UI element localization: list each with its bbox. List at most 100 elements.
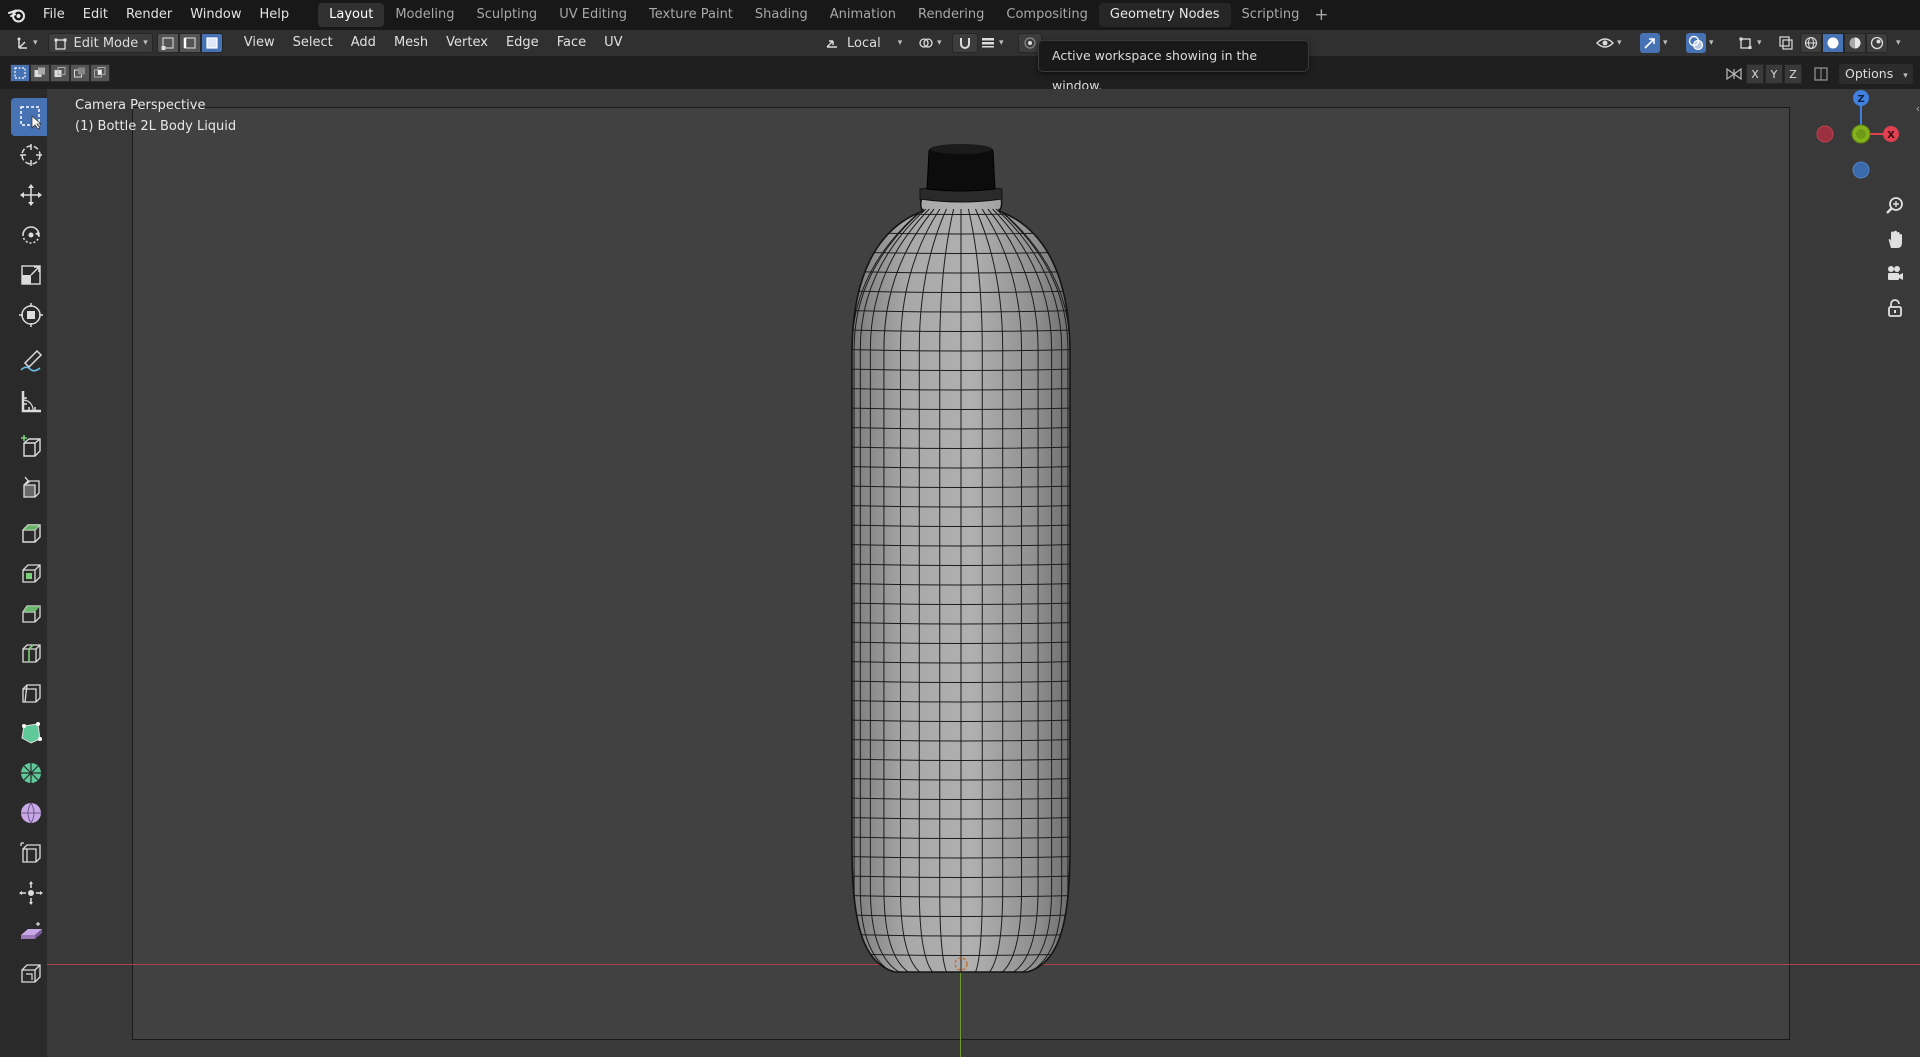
overlays-icon <box>1688 35 1704 51</box>
menu-add[interactable]: Add <box>342 33 385 53</box>
select-extend-icon[interactable] <box>30 64 50 82</box>
select-invert-icon[interactable] <box>70 64 90 82</box>
tab-animation[interactable]: Animation <box>819 3 907 27</box>
tool-select-box[interactable] <box>11 98 51 136</box>
shading-mode <box>1800 33 1888 53</box>
menu-help[interactable]: Help <box>251 0 299 30</box>
tool-extrude-region[interactable] <box>11 468 51 506</box>
menu-render[interactable]: Render <box>117 0 181 30</box>
navigation-gizmo[interactable]: Z X <box>1810 89 1920 187</box>
menu-file[interactable]: File <box>34 0 74 30</box>
tool-measure[interactable] <box>11 382 51 420</box>
select-intersect-icon[interactable] <box>90 64 110 82</box>
mirror-z-toggle[interactable]: Z <box>1784 64 1802 84</box>
transform-orientation-dropdown[interactable]: Local ▾ <box>820 33 906 53</box>
add-workspace-button[interactable]: + <box>1310 3 1332 27</box>
tab-sculpting[interactable]: Sculpting <box>465 3 548 27</box>
lock-camera-button[interactable] <box>1881 294 1909 322</box>
tab-modeling[interactable]: Modeling <box>384 3 465 27</box>
xray-toggle[interactable] <box>1774 33 1798 53</box>
menu-mesh[interactable]: Mesh <box>385 33 437 53</box>
mirror-butterfly-icon[interactable] <box>1723 63 1745 85</box>
tool-shelf <box>0 89 51 1057</box>
menu-view[interactable]: View <box>235 33 284 53</box>
camera-view-button[interactable] <box>1881 260 1909 288</box>
gizmo-toggle[interactable] <box>1640 33 1660 53</box>
overlays-toggle[interactable] <box>1686 33 1706 53</box>
select-box-icon <box>20 106 43 130</box>
mirror-x-toggle[interactable]: X <box>1746 64 1764 84</box>
blender-logo-icon[interactable] <box>0 0 34 30</box>
mode-selector[interactable]: Edit Mode ▾ <box>47 33 153 53</box>
tool-loop-cut[interactable] <box>11 634 51 672</box>
bottle-mesh[interactable] <box>47 89 1920 1057</box>
snap-target-dropdown[interactable]: ▾ <box>976 33 1008 53</box>
tool-smooth[interactable] <box>11 794 51 832</box>
material-shading-icon[interactable] <box>1844 33 1866 53</box>
tool-poly-build[interactable] <box>11 714 51 752</box>
tool-annotate[interactable] <box>11 342 51 380</box>
wireframe-shading-icon[interactable] <box>1800 33 1822 53</box>
select-subtract-icon[interactable] <box>50 64 70 82</box>
tool-move[interactable] <box>11 176 51 214</box>
tab-rendering[interactable]: Rendering <box>907 3 995 27</box>
chevron-down-icon: ▾ <box>999 38 1004 48</box>
menu-edge[interactable]: Edge <box>497 33 548 53</box>
pivot-point-dropdown[interactable]: ▾ <box>914 33 946 53</box>
tab-geometry-nodes[interactable]: Geometry Nodes <box>1098 3 1231 27</box>
menu-select[interactable]: Select <box>284 33 342 53</box>
select-new-icon[interactable] <box>10 64 30 82</box>
face-select-icon[interactable] <box>200 33 223 53</box>
menu-window[interactable]: Window <box>181 0 250 30</box>
mirror-y-toggle[interactable]: Y <box>1765 64 1783 84</box>
solid-shading-icon[interactable] <box>1822 33 1844 53</box>
sidebar-toggle-icon[interactable]: ‹ <box>1916 102 1920 115</box>
snap-toggle[interactable] <box>952 33 978 53</box>
tool-rotate[interactable] <box>11 216 51 254</box>
rendered-shading-icon[interactable] <box>1866 33 1888 53</box>
tool-bevel[interactable] <box>11 594 51 632</box>
tab-compositing[interactable]: Compositing <box>995 3 1099 27</box>
tool-knife[interactable] <box>11 674 51 712</box>
tool-cursor[interactable] <box>11 136 51 174</box>
camera-icon <box>1888 266 1903 280</box>
tool-rip-region[interactable] <box>11 954 51 992</box>
edge-select-icon[interactable] <box>178 33 201 53</box>
tab-shading[interactable]: Shading <box>744 3 819 27</box>
chevron-down-icon: ▾ <box>143 38 148 48</box>
overlays-dropdown[interactable]: ▾ <box>1682 33 1718 53</box>
menu-face[interactable]: Face <box>548 33 595 53</box>
zoom-magnifier-icon <box>1886 197 1903 214</box>
tool-transform[interactable] <box>11 296 51 334</box>
tool-add-cube[interactable] <box>11 428 51 466</box>
tab-layout[interactable]: Layout <box>318 3 385 27</box>
editor-type-button[interactable]: ▾ <box>10 33 42 53</box>
snap-increment-icon <box>982 38 994 48</box>
tab-scripting[interactable]: Scripting <box>1231 3 1311 27</box>
tool-extrude-cube[interactable] <box>11 514 51 552</box>
menu-edit[interactable]: Edit <box>74 0 117 30</box>
tab-texture-paint[interactable]: Texture Paint <box>638 3 744 27</box>
menu-vertex[interactable]: Vertex <box>437 33 497 53</box>
tool-inset-faces[interactable] <box>11 554 51 592</box>
gizmo-z-negative[interactable] <box>1852 161 1870 179</box>
zoom-button[interactable] <box>1881 192 1909 220</box>
gizmo-x-negative[interactable] <box>1816 125 1834 143</box>
tool-edge-slide[interactable] <box>11 834 51 872</box>
menu-uv[interactable]: UV <box>595 33 631 53</box>
tab-uv-editing[interactable]: UV Editing <box>548 3 638 27</box>
tool-scale[interactable] <box>11 256 51 294</box>
tool-spin[interactable] <box>11 754 51 792</box>
tool-shear[interactable] <box>11 914 51 952</box>
tool-shrink-fatten[interactable] <box>11 874 51 912</box>
eye-icon <box>1596 38 1614 48</box>
shading-options-chevron-icon[interactable]: ▾ <box>1896 38 1901 48</box>
topology-mirror-icon[interactable] <box>1810 63 1832 85</box>
vertex-select-icon[interactable] <box>156 33 179 53</box>
visibility-dropdown[interactable]: ▾ <box>1592 33 1626 53</box>
3d-viewport[interactable]: Camera Perspective (1) Bottle 2L Body Li… <box>47 89 1920 1057</box>
pan-button[interactable] <box>1881 226 1909 254</box>
gizmo-dropdown[interactable]: ▾ <box>1636 33 1672 53</box>
options-dropdown[interactable]: Options ▾ <box>1839 64 1913 84</box>
mesh-edit-overlays-dropdown[interactable]: ▾ <box>1734 33 1766 53</box>
